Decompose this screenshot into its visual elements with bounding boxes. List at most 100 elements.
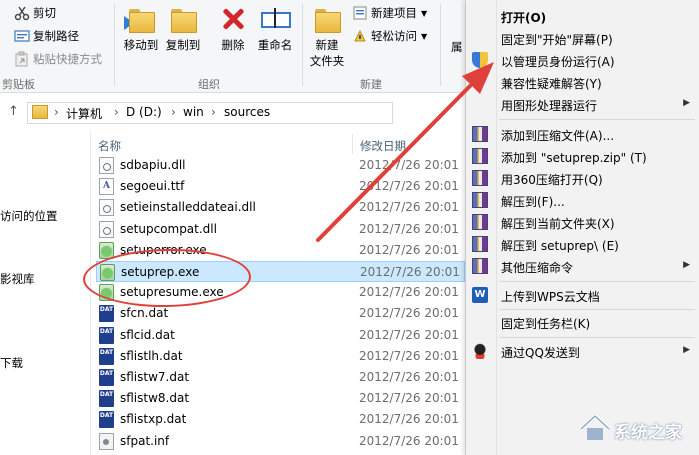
properties-label-partial: 属 bbox=[451, 40, 463, 54]
file-row[interactable]: DAT sflcid.dat 2012/7/26 20:01 bbox=[96, 325, 465, 346]
up-arrow-icon[interactable]: ↑ bbox=[8, 104, 19, 119]
menu-item-label: 固定到"开始"屏幕(P) bbox=[501, 33, 613, 47]
file-name: setieinstalleddateai.dll bbox=[120, 200, 256, 215]
submenu-arrow-icon: ▶ bbox=[683, 98, 690, 108]
address-bar[interactable]: ↑ › 计算机 › D (D:) › win › sources bbox=[0, 100, 465, 126]
scissors-icon bbox=[14, 5, 30, 21]
menu-item-other-compress[interactable]: 其他压缩命令 ▶ bbox=[466, 256, 699, 277]
menu-item-compat-troubleshoot[interactable]: 兼容性疑难解答(Y) bbox=[466, 72, 699, 93]
uac-shield-icon bbox=[472, 52, 488, 68]
properties-button-partial[interactable]: 属 bbox=[451, 38, 463, 56]
file-row[interactable]: sfpat.inf 2012/7/26 20:01 bbox=[96, 431, 465, 452]
dat-file-icon: DAT bbox=[99, 305, 114, 323]
watermark-house-icon bbox=[579, 414, 611, 440]
submenu-arrow-icon: ▶ bbox=[683, 345, 690, 355]
move-to-folder-icon bbox=[124, 4, 156, 34]
column-header-modified[interactable]: 修改日期 bbox=[360, 138, 406, 154]
nav-item-recent[interactable]: 访问的位置 bbox=[0, 208, 58, 224]
delete-x-icon bbox=[218, 4, 248, 34]
nav-item-downloads[interactable]: 下载 bbox=[0, 355, 23, 371]
new-item-button[interactable]: 新建项目 ▼ bbox=[352, 4, 427, 22]
new-folder-icon bbox=[312, 4, 342, 34]
menu-separator bbox=[499, 119, 695, 120]
qq-penguin-icon bbox=[472, 343, 488, 359]
file-modified-date: 2012/7/26 20:01 bbox=[359, 200, 459, 215]
menu-item-pin-start[interactable]: 固定到"开始"屏幕(P) bbox=[466, 28, 699, 49]
menu-item-label: 其他压缩命令 bbox=[501, 261, 574, 275]
new-folder-label-line1: 新建 bbox=[315, 38, 339, 52]
menu-item-label: 用图形处理器运行 bbox=[501, 99, 598, 113]
menu-item-pin-taskbar[interactable]: 固定到任务栏(K) bbox=[466, 312, 699, 333]
file-row[interactable]: DAT sflistlh.dat 2012/7/26 20:01 bbox=[96, 346, 465, 367]
crumb-separator-icon: › bbox=[114, 105, 119, 119]
easy-access-button[interactable]: 轻松访问 ▼ bbox=[352, 27, 427, 45]
new-item-icon bbox=[352, 5, 368, 21]
column-divider[interactable] bbox=[352, 134, 353, 154]
menu-item-open-with-360[interactable]: 用360压缩打开(Q) bbox=[466, 168, 699, 189]
nav-item-videos[interactable]: 影视库 bbox=[0, 271, 35, 287]
easy-access-icon bbox=[352, 28, 368, 44]
dat-file-icon: DAT bbox=[99, 326, 114, 344]
dat-file-icon: DAT bbox=[99, 411, 114, 429]
breadcrumb-drive[interactable]: D (D:) bbox=[126, 105, 162, 119]
submenu-arrow-icon: ▶ bbox=[683, 260, 690, 270]
copy-to-label: 复制到 bbox=[165, 38, 201, 52]
menu-item-run-as-admin[interactable]: 以管理员身份运行(A) bbox=[466, 50, 699, 71]
file-modified-date: 2012/7/26 20:01 bbox=[359, 433, 459, 448]
menu-item-add-to-archive[interactable]: 添加到压缩文件(A)... bbox=[466, 124, 699, 145]
menu-item-label: 添加到压缩文件(A)... bbox=[501, 129, 615, 143]
column-header-name[interactable]: 名称 bbox=[98, 138, 121, 154]
cut-button[interactable]: 剪切 bbox=[14, 4, 56, 22]
file-row[interactable]: setieinstalleddateai.dll 2012/7/26 20:01 bbox=[96, 197, 465, 218]
file-modified-date: 2012/7/26 20:01 bbox=[359, 348, 459, 363]
menu-item-extract-here[interactable]: 解压到当前文件夹(X) bbox=[466, 212, 699, 233]
file-row[interactable]: DAT sflistw7.dat 2012/7/26 20:01 bbox=[96, 367, 465, 388]
breadcrumb-win[interactable]: win bbox=[183, 105, 204, 119]
file-name: sflistlh.dat bbox=[120, 348, 183, 363]
breadcrumb-sources[interactable]: sources bbox=[224, 105, 270, 119]
paste-shortcut-button[interactable]: 粘贴快捷方式 bbox=[14, 50, 102, 68]
menu-item-run-with-gpu[interactable]: 用图形处理器运行 ▶ bbox=[466, 94, 699, 115]
dll-file-icon bbox=[99, 157, 114, 174]
file-modified-date: 2012/7/26 20:01 bbox=[359, 306, 459, 321]
menu-item-label: 通过QQ发送到 bbox=[501, 346, 580, 360]
move-to-button[interactable]: 移动到 bbox=[121, 4, 161, 53]
menu-item-open[interactable]: 打开(O) bbox=[466, 6, 699, 27]
dat-file-icon: DAT bbox=[99, 390, 114, 408]
file-name: sflistxp.dat bbox=[120, 412, 187, 427]
file-modified-date: 2012/7/26 20:01 bbox=[359, 158, 459, 172]
menu-item-label: 打开(O) bbox=[501, 11, 547, 25]
move-to-label: 移动到 bbox=[123, 38, 159, 52]
winrar-icon bbox=[472, 258, 488, 274]
copy-path-button[interactable]: 复制路径 bbox=[14, 27, 79, 45]
folder-icon bbox=[32, 105, 48, 119]
file-row[interactable]: sdbapiu.dll 2012/7/26 20:01 bbox=[96, 155, 465, 176]
file-row[interactable]: DAT sflistw8.dat 2012/7/26 20:01 bbox=[96, 388, 465, 409]
file-name: sflcid.dat bbox=[120, 327, 175, 342]
menu-item-upload-wps[interactable]: W 上传到WPS云文档 bbox=[466, 285, 699, 306]
menu-item-extract-to-folder[interactable]: 解压到 setuprep\ (E) bbox=[466, 234, 699, 255]
breadcrumb-computer[interactable]: 计算机 bbox=[66, 105, 102, 122]
dat-file-icon: DAT bbox=[99, 347, 114, 365]
menu-item-label: 解压到当前文件夹(X) bbox=[501, 217, 615, 231]
rename-label: 重命名 bbox=[257, 38, 293, 52]
watermark-logo: 系统之家 bbox=[578, 411, 693, 445]
copy-path-label: 复制路径 bbox=[33, 29, 79, 43]
file-row[interactable]: DAT sflistxp.dat 2012/7/26 20:01 bbox=[96, 409, 465, 430]
winrar-icon bbox=[472, 192, 488, 208]
file-row[interactable]: Asegoeui.ttf 2012/7/26 20:01 bbox=[96, 176, 465, 197]
copy-path-icon bbox=[14, 28, 30, 44]
crumb-separator-icon: › bbox=[54, 105, 59, 119]
menu-item-extract-to[interactable]: 解压到(F)... bbox=[466, 190, 699, 211]
copy-to-button[interactable]: 复制到 bbox=[163, 4, 203, 53]
easy-access-label: 轻松访问 bbox=[371, 29, 417, 43]
pane-divider bbox=[90, 130, 91, 455]
menu-item-send-qq[interactable]: 通过QQ发送到 ▶ bbox=[466, 341, 699, 362]
menu-item-add-to-zip[interactable]: 添加到 "setuprep.zip" (T) bbox=[466, 146, 699, 167]
delete-button[interactable]: 删除 bbox=[216, 4, 250, 53]
new-folder-button[interactable]: 新建 文件夹 bbox=[306, 4, 348, 69]
rename-button[interactable]: 重命名 bbox=[254, 4, 296, 53]
menu-item-label: 上传到WPS云文档 bbox=[501, 290, 600, 304]
crumb-separator-icon: › bbox=[211, 105, 216, 119]
file-row[interactable]: setupcompat.dll 2012/7/26 20:01 bbox=[96, 219, 465, 240]
